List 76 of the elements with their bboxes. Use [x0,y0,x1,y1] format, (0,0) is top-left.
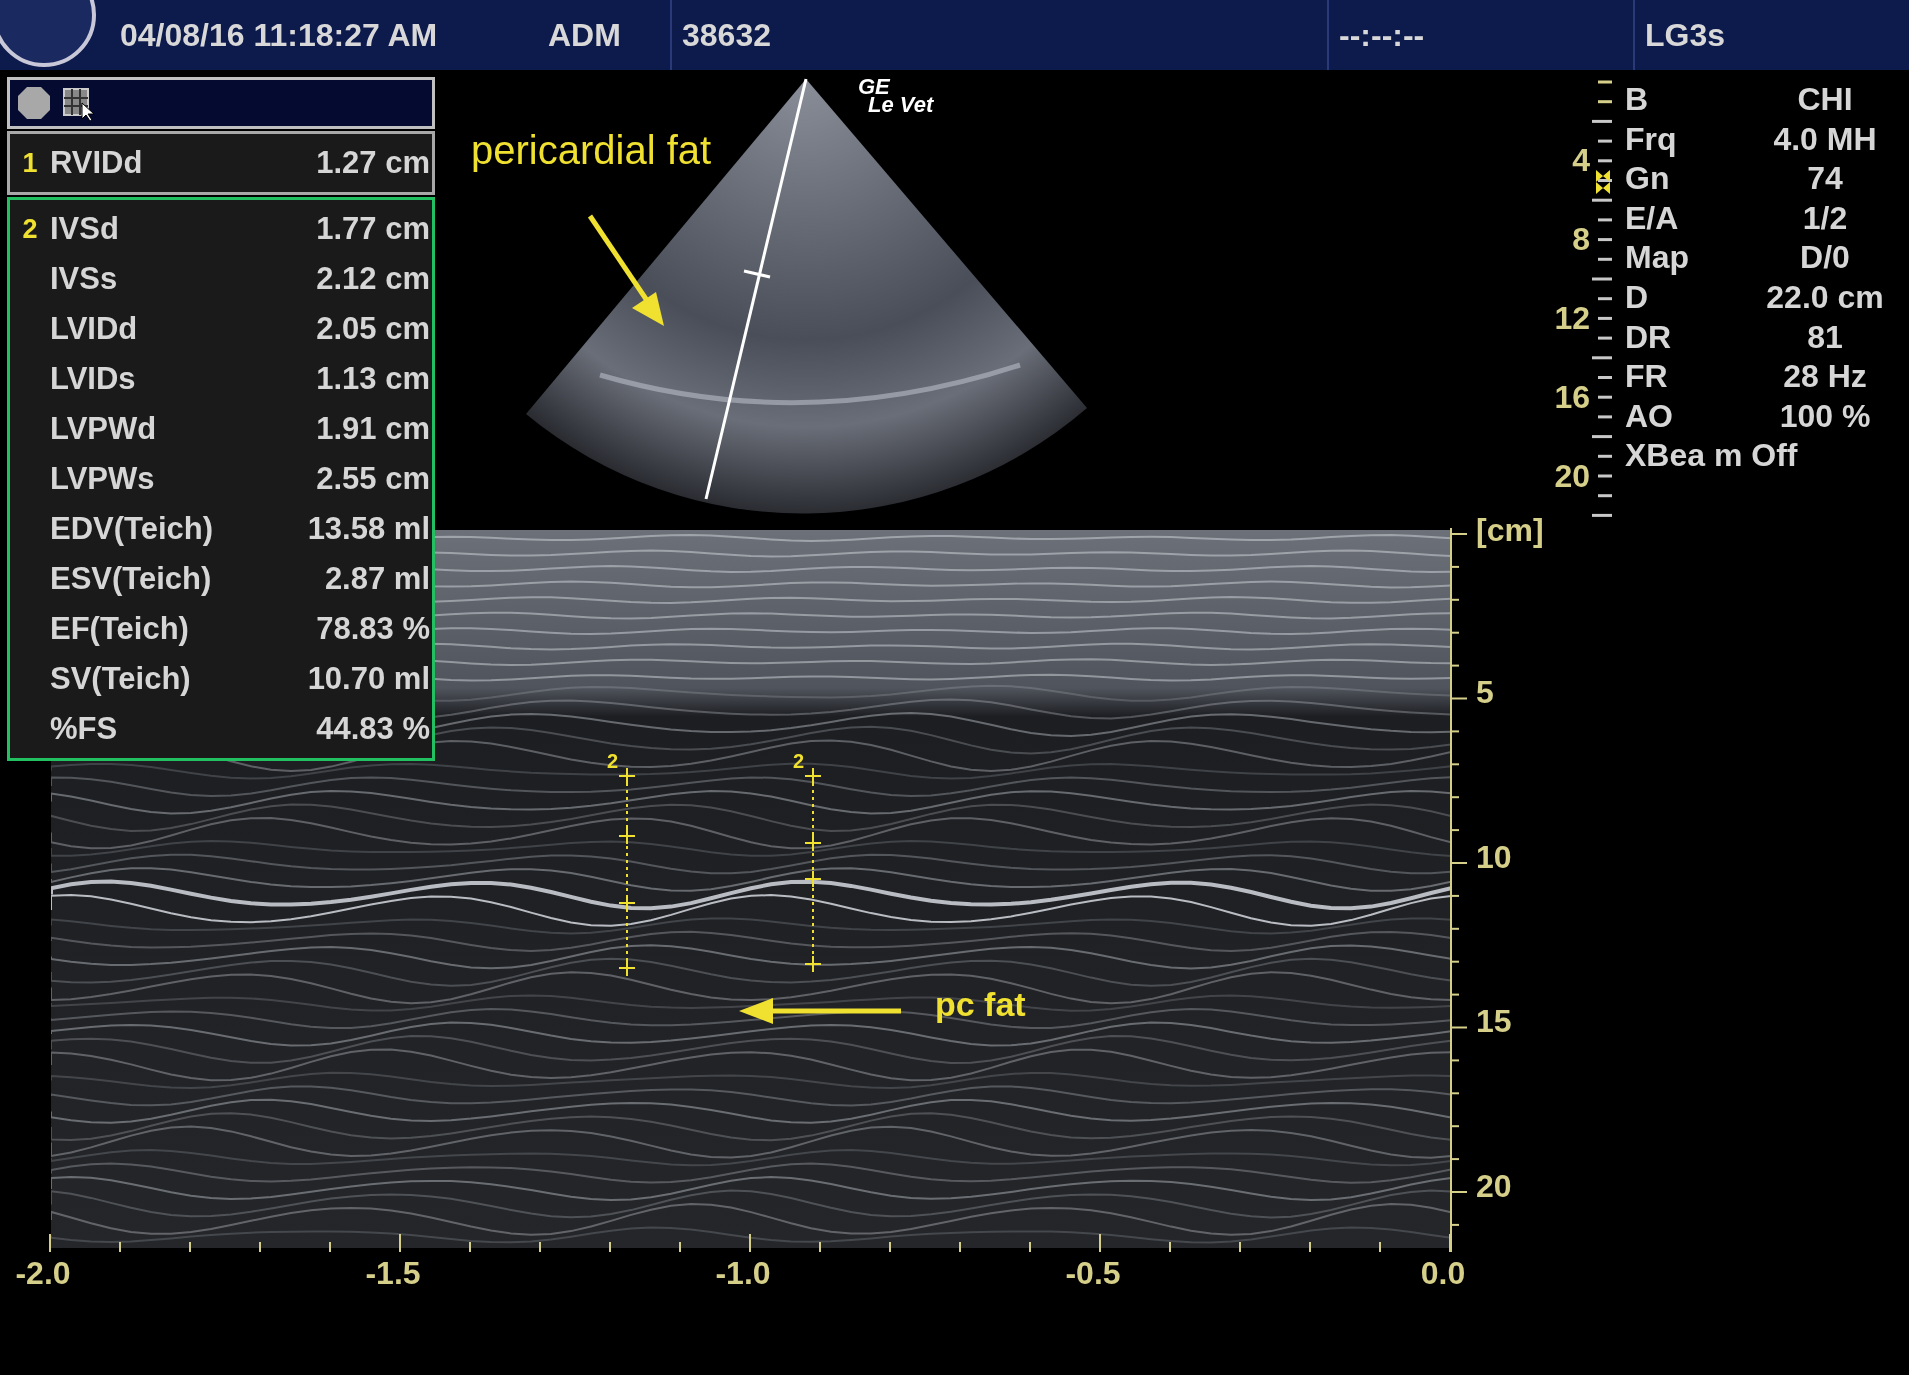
measurement-value: 2.05 cm [316,311,430,347]
parameter-label: E/A [1625,198,1680,238]
measurement-value: 2.55 cm [316,461,430,497]
group-number: 2 [21,213,39,245]
annotation-text: pc fat [935,985,1026,1024]
status-text: --:--:-- [1327,0,1633,70]
parameter-value: CHI [1796,80,1854,119]
focus-marker-icon [1594,168,1612,196]
measurement-value: 1.91 cm [316,411,430,447]
axis-label: -0.5 [1065,1255,1121,1292]
parameter-label: AO [1625,396,1674,436]
parameter-label: B [1625,80,1650,119]
measurement-value: 1.27 cm [316,145,430,181]
measurement-value: 2.87 ml [324,561,430,597]
probe-label: GE [858,78,890,96]
measurement-value: 10.70 ml [307,661,430,697]
axis-label: [cm] [1476,512,1544,549]
measurement-label: SV(Teich) [50,661,192,697]
axis-label: 15 [1476,1003,1512,1040]
axis-label: -1.0 [715,1255,771,1292]
measurement-value: 1.77 cm [316,211,430,247]
depth-label: 8 [1571,221,1590,258]
measurement-label: IVSs [50,261,119,297]
parameter-value: 81 [1806,317,1844,357]
measurement-value: 44.83 % [316,711,430,747]
measurement-value: 2.12 cm [316,261,430,297]
parameter-label: DR [1625,317,1673,357]
status-text: LG3s [1633,0,1909,70]
status-text: ADM [547,15,622,55]
measurement-group[interactable]: 1 RVIDd 1.27 cm [7,131,435,195]
parameter-value: D/0 [1799,238,1851,278]
measurement-label: ESV(Teich) [50,561,213,597]
depth-label: 16 [1553,379,1590,416]
arrow-icon [737,996,903,1026]
parameter-value: 4.0 MH [1772,119,1878,159]
axis-label: -1.5 [365,1255,421,1292]
annotation-text: pericardial fat [471,128,712,173]
caliper-label: 2 [793,750,805,773]
axis-label: -2.0 [15,1255,71,1292]
measurement-label: LVPWd [50,411,158,447]
group-number: 1 [21,147,39,179]
axis-label: 0.0 [1420,1255,1466,1292]
parameter-value: 1/2 [1801,198,1849,238]
depth-label: 4 [1571,142,1590,179]
parameter-label: FR [1625,357,1669,397]
measurement-group[interactable]: 2 IVSd 1.77 cm IVSs 2.12 cm LVIDd 2.05 cm LVIDs 1.13 cm LVPWd 1.91 cm LVPWs 2.55 cm EDV(Teich) 13.58 ml ESV(Teich) 2.87 ml EF(Teich) 78.83 % SV(Teich) 10.70 ml %FS 44.83 % [7,197,435,761]
parameter-label: Map [1625,238,1690,278]
parameter-value: 22.0 cm [1765,277,1885,317]
status-text: 38632 [670,0,1327,70]
parameter-label: Gn [1625,159,1671,199]
measurement-label: RVIDd [50,145,144,181]
measurement-label: EDV(Teich) [50,511,215,547]
axis-label: 5 [1476,674,1494,711]
measurement-label: IVSd [50,211,120,247]
depth-label: 20 [1553,458,1590,495]
measurement-label: LVIDd [50,311,139,347]
parameter-value: 74 [1806,159,1844,199]
depth-label: 12 [1553,300,1590,337]
measurement-label: LVIDs [50,361,137,397]
measurement-label: EF(Teich) [50,611,190,647]
measurement-label: %FS [50,711,119,747]
parameter-label: Frq [1625,119,1678,159]
record-button-icon[interactable] [16,85,52,121]
status-text: 04/08/16 11:18:27 AM [119,15,439,55]
parameter-label: XBea m Off [1625,436,1799,476]
axis-label: 20 [1476,1167,1512,1205]
measurement-value: 78.83 % [316,611,430,647]
measurement-value: 13.58 ml [307,511,430,547]
measurement-value: 1.13 cm [316,361,430,397]
measurement-label: LVPWs [50,461,156,497]
parameter-value: 100 % [1778,396,1872,436]
axis-label: 10 [1476,838,1512,876]
parameter-value: 28 Hz [1782,357,1868,397]
parameter-label: D [1625,277,1650,317]
probe-label: Le Vet [868,96,934,114]
caliper-label: 2 [607,750,619,773]
